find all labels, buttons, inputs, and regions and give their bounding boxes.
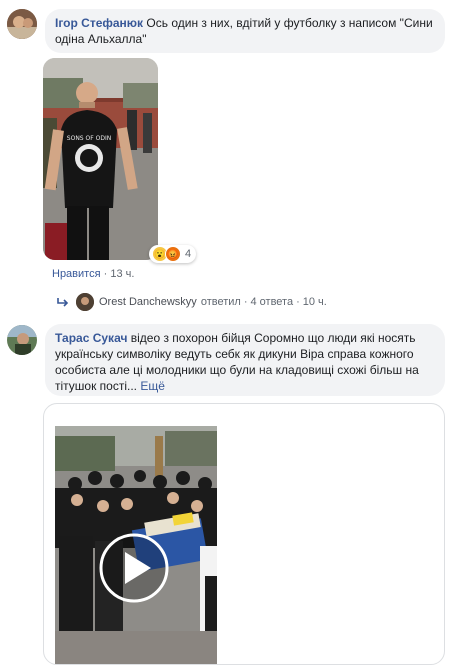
commenter-avatar-2[interactable] (7, 325, 37, 355)
tshirt-print: SONS OF ODIN (67, 135, 111, 142)
comment-author[interactable]: Ігор Стефанюк (55, 16, 143, 30)
comment-bubble-1: Ігор Стефанюк Ось один з них, вдітий у ф… (45, 9, 445, 53)
reply-avatar (76, 293, 94, 311)
angry-reaction-icon: 😡 (165, 246, 181, 262)
comment-actions-1: Нравится · 13 ч. (52, 268, 135, 280)
comment-time[interactable]: 13 ч. (110, 268, 134, 280)
reply-arrow-icon (57, 298, 69, 307)
video-thumbnail[interactable] (55, 426, 217, 664)
reply-action: ответил (200, 296, 241, 308)
reaction-summary[interactable]: 😮 😡 4 (149, 245, 197, 263)
reaction-count: 4 (185, 248, 192, 260)
reply-summary[interactable]: Orest Danchewskyy ответил · 4 ответа · 1… (56, 292, 327, 312)
comment-bubble-2: Тарас Сукач відео з похорон бійця Соромн… (45, 324, 445, 396)
like-link[interactable]: Нравится (52, 268, 101, 280)
see-more-link[interactable]: Ещё (140, 379, 165, 393)
reply-count: 4 ответа (250, 296, 294, 308)
reply-author[interactable]: Orest Danchewskyy (99, 296, 197, 308)
reply-time: 10 ч. (302, 296, 327, 308)
comment-author[interactable]: Тарас Сукач (55, 331, 127, 345)
attached-photo[interactable]: SONS OF ODIN (43, 58, 158, 260)
video-attachment[interactable] (43, 403, 445, 665)
play-icon[interactable] (99, 533, 169, 603)
commenter-avatar-1[interactable] (7, 9, 37, 39)
